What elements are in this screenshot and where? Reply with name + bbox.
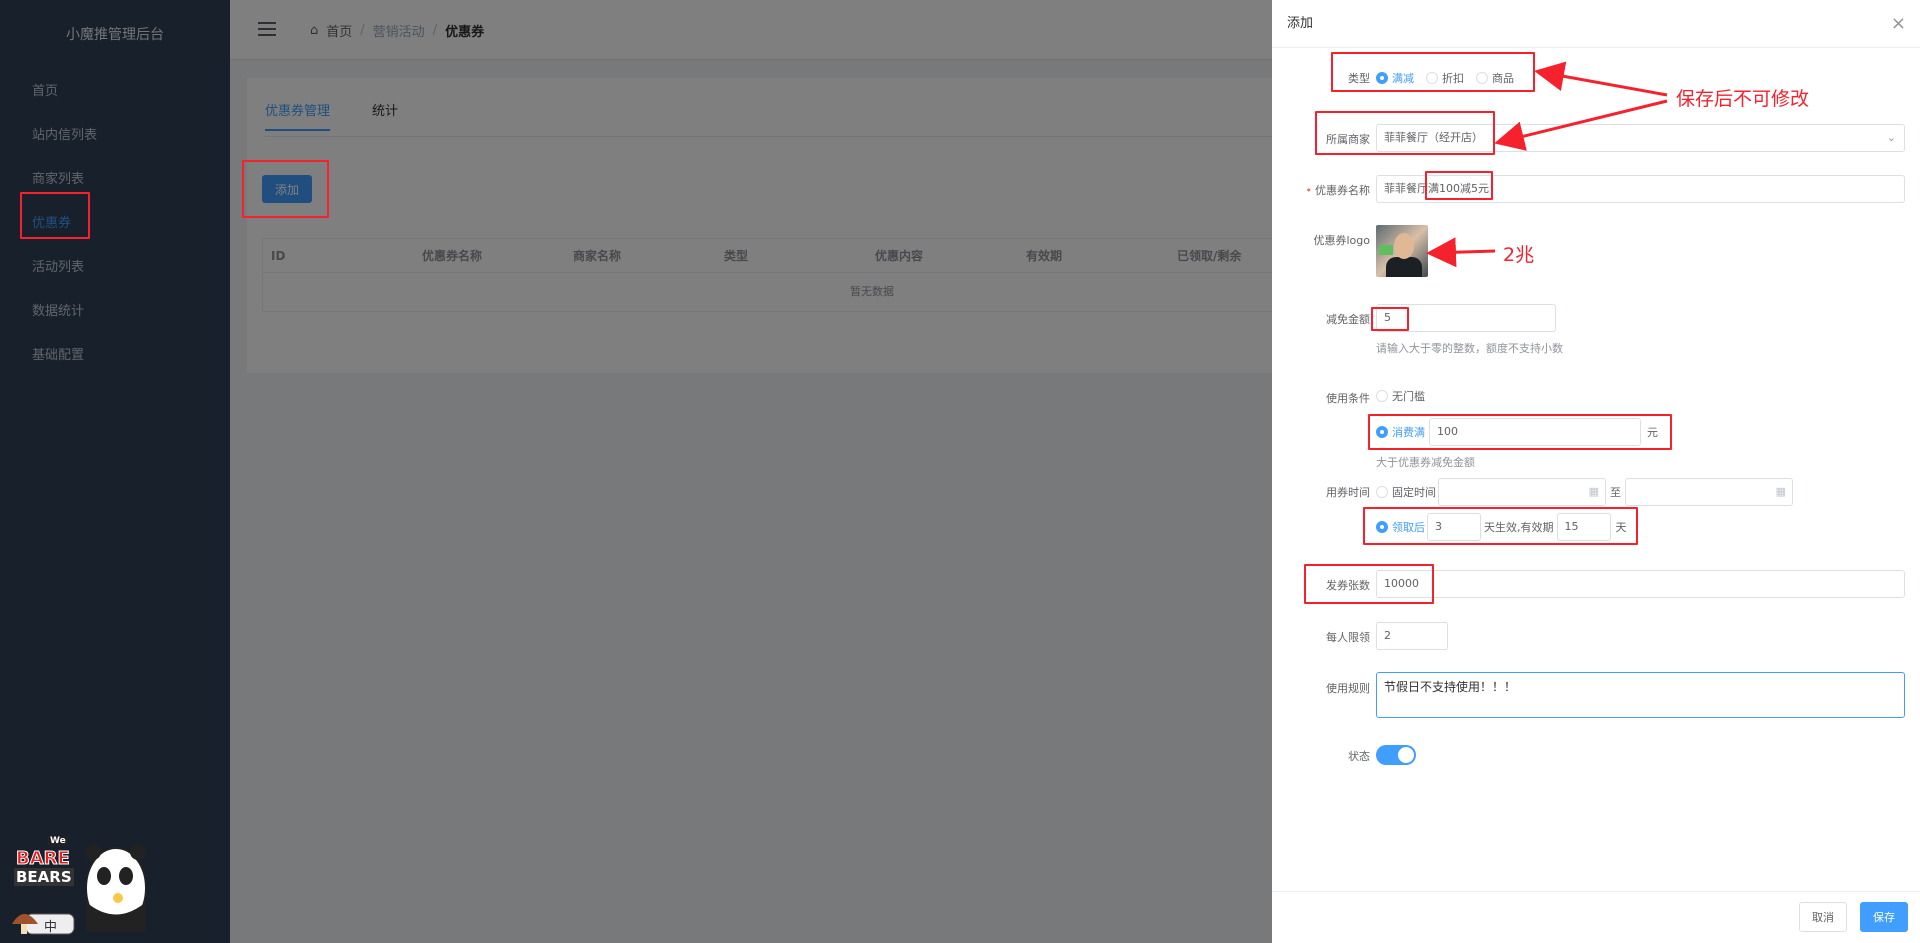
- annotation-no-edit: 保存后不可修改: [1676, 88, 1810, 110]
- annotation-size: 2兆: [1503, 244, 1535, 266]
- annotation-arrows: [1426, 61, 1668, 268]
